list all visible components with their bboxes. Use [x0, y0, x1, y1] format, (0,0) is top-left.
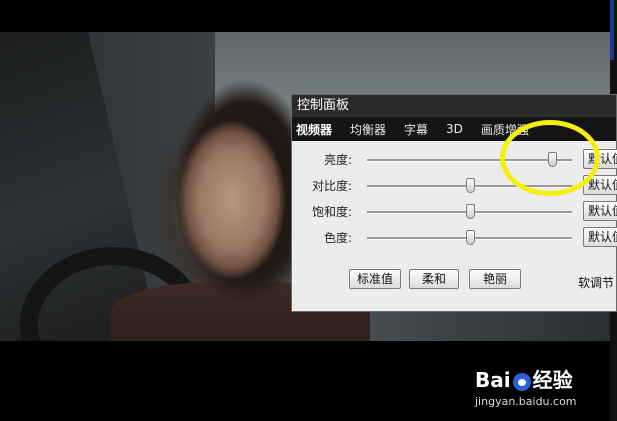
hue-slider[interactable]	[367, 230, 572, 245]
watermark-du-jingyan: 经验	[532, 368, 573, 392]
preset-standard-button[interactable]: 标准值	[349, 269, 401, 289]
baidu-jingyan-watermark: Bai 经验 jingyan.baidu.com	[475, 364, 615, 408]
yellow-highlight-circle	[500, 120, 600, 196]
baidu-paw-icon	[512, 372, 531, 391]
tab-3d[interactable]: 3D	[446, 122, 463, 136]
watermark-logo: Bai 经验	[475, 364, 615, 393]
tab-equalizer[interactable]: 均衡器	[350, 121, 386, 138]
tab-video[interactable]: 视频器	[296, 121, 332, 138]
panel-title[interactable]: 控制面板	[292, 95, 616, 117]
contrast-label: 对比度:	[311, 179, 352, 193]
saturation-slider[interactable]	[367, 204, 572, 219]
row-saturation: 饱和度: 默认值	[292, 201, 617, 223]
soft-adjust-label[interactable]: 软调节	[578, 274, 614, 291]
saturation-default-button[interactable]: 默认值	[583, 201, 617, 221]
row-hue: 色度: 默认值	[292, 227, 617, 249]
brightness-label: 亮度:	[323, 153, 352, 167]
video-top-letterbox	[0, 0, 617, 32]
contrast-slider-thumb[interactable]	[465, 178, 475, 193]
hue-label: 色度:	[323, 231, 352, 245]
watermark-url: jingyan.baidu.com	[475, 395, 577, 408]
preset-vivid-button[interactable]: 艳丽	[469, 269, 521, 289]
watermark-bai: Bai	[475, 368, 511, 392]
hue-slider-thumb[interactable]	[465, 230, 475, 245]
saturation-slider-thumb[interactable]	[465, 204, 475, 219]
hue-default-button[interactable]: 默认值	[583, 227, 617, 247]
tab-subtitle[interactable]: 字幕	[404, 121, 428, 138]
preset-soft-button[interactable]: 柔和	[409, 269, 459, 289]
person-face-shape	[178, 120, 286, 280]
saturation-label: 饱和度:	[311, 205, 352, 219]
